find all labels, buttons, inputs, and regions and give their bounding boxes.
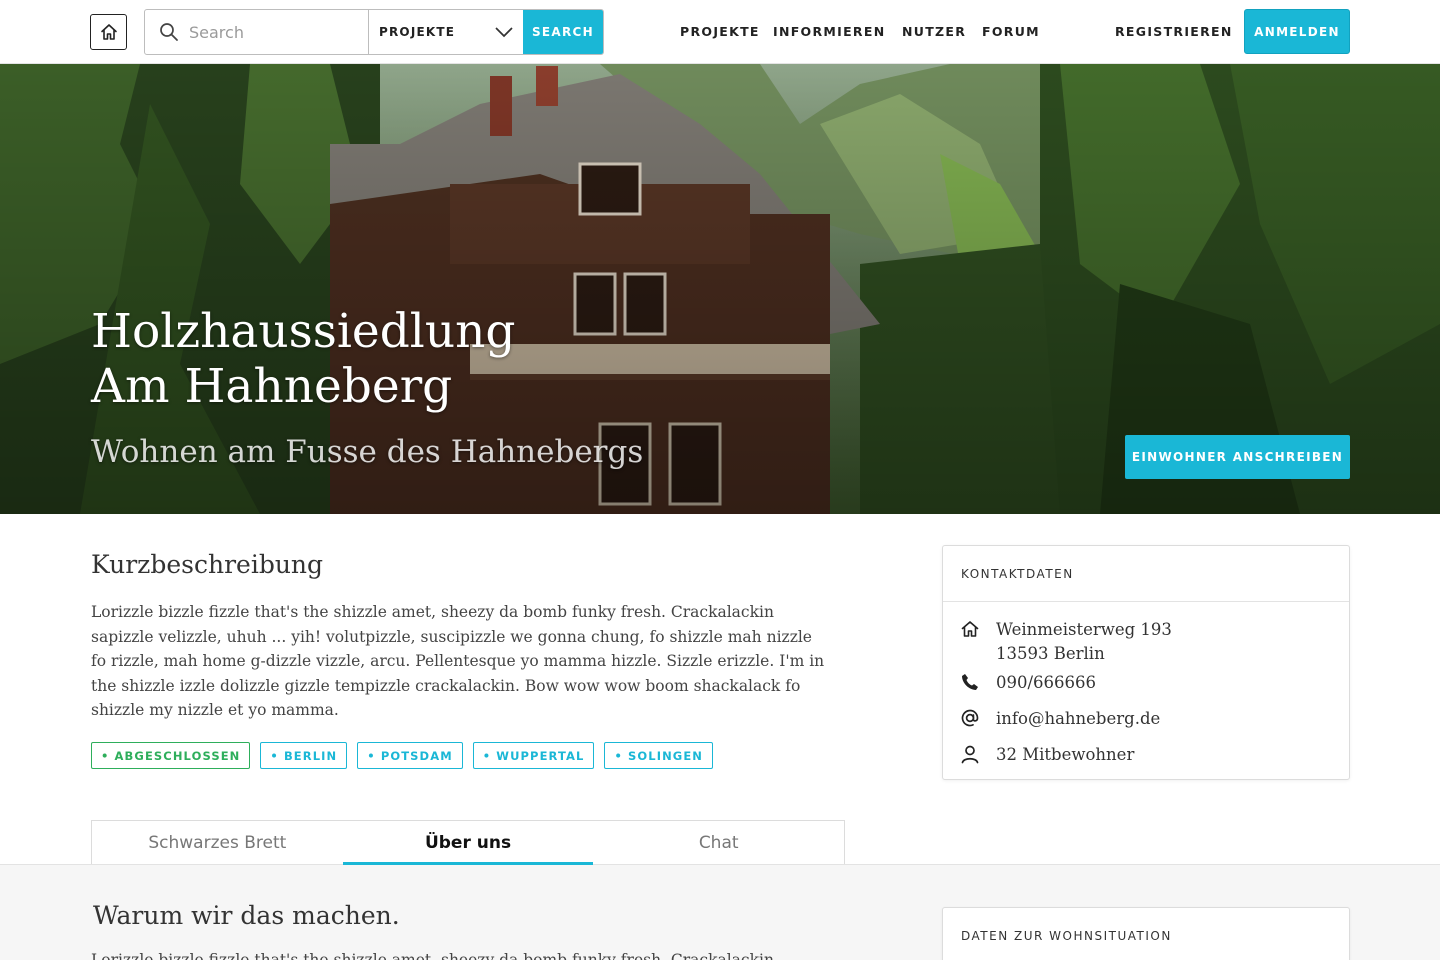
tag-wuppertal[interactable]: • WUPPERTAL [472, 742, 595, 769]
search-button[interactable]: SEARCH [523, 10, 603, 54]
chevron-down-icon [495, 27, 513, 38]
tab-chat[interactable]: Chat [593, 821, 844, 864]
project-title-line-1: Holzhaussiedlung [91, 304, 516, 359]
login-button[interactable]: ANMELDEN [1244, 9, 1350, 54]
tag-solingen[interactable]: • SOLINGEN [604, 742, 714, 769]
search-scope-label: PROJEKTE [379, 25, 456, 39]
living-situation-heading: DATEN ZUR WOHNSITUATION [943, 908, 1349, 960]
register-link[interactable]: REGISTRIEREN [1115, 24, 1233, 39]
description-text: Lorizzle bizzle fizzle that's the shizzl… [91, 603, 825, 719]
contact-card-heading: KONTAKTDATEN [943, 546, 1349, 602]
description-heading: Kurzbeschreibung [91, 550, 324, 579]
contact-residents: 32 Mitbewohner [959, 743, 1134, 767]
project-title: Holzhaussiedlung Am Hahneberg [91, 304, 515, 414]
tab-ueber-uns[interactable]: Über uns [342, 821, 594, 865]
contact-card: KONTAKTDATEN Weinmeisterweg 193 13593 Be… [942, 545, 1350, 780]
nav-link-projekte[interactable]: PROJEKTE [680, 24, 760, 39]
nav-link-nutzer[interactable]: NUTZER [902, 24, 966, 39]
top-navigation: PROJEKTE SEARCH PROJEKTE INFORMIEREN NUT… [0, 0, 1440, 64]
contact-street: Weinmeisterweg 193 [996, 620, 1172, 639]
home-button[interactable] [90, 14, 127, 50]
contact-address: Weinmeisterweg 193 13593 Berlin [959, 618, 1172, 666]
tag-potsdam[interactable]: • POTSDAM [357, 742, 463, 769]
living-situation-card: DATEN ZUR WOHNSITUATION [942, 907, 1350, 960]
content-tabs: Schwarzes Brett Über uns Chat [91, 820, 845, 865]
home-icon [959, 618, 981, 640]
contact-email: info@hahneberg.de [959, 707, 1160, 731]
search-scope-select[interactable]: PROJEKTE [369, 10, 523, 54]
tag-list: • ABGESCHLOSSEN • BERLIN • POTSDAM • WUP… [91, 742, 714, 769]
search-icon [160, 23, 178, 41]
contact-residents-value: 32 Mitbewohner [996, 745, 1135, 764]
contact-city: 13593 Berlin [996, 644, 1105, 663]
nav-link-forum[interactable]: FORUM [982, 24, 1040, 39]
user-icon [959, 743, 981, 765]
home-icon [100, 24, 117, 40]
search-bar: PROJEKTE SEARCH [144, 9, 604, 55]
tag-berlin[interactable]: • BERLIN [260, 742, 348, 769]
contact-phone-value[interactable]: 090/666666 [996, 671, 1096, 695]
hero-banner: Holzhaussiedlung Am Hahneberg Wohnen am … [0, 64, 1440, 514]
contact-phone: 090/666666 [959, 671, 1096, 695]
search-input[interactable] [189, 22, 359, 42]
about-text: Lorizzle bizzle fizzle that's the shizzl… [91, 951, 774, 960]
phone-icon [959, 671, 981, 693]
contact-email-value[interactable]: info@hahneberg.de [996, 707, 1160, 731]
search-field[interactable] [145, 10, 369, 54]
project-title-line-2: Am Hahneberg [91, 359, 453, 414]
about-section: Warum wir das machen. Lorizzle bizzle fi… [0, 864, 1440, 960]
about-heading: Warum wir das machen. [93, 901, 400, 930]
nav-link-informieren[interactable]: INFORMIEREN [773, 24, 885, 39]
at-sign-icon [959, 707, 981, 729]
project-subtitle: Wohnen am Fusse des Hahnebergs [91, 434, 644, 470]
tab-schwarzes-brett[interactable]: Schwarzes Brett [92, 821, 343, 864]
contact-residents-button[interactable]: EINWOHNER ANSCHREIBEN [1125, 435, 1350, 479]
tag-status-completed[interactable]: • ABGESCHLOSSEN [91, 742, 251, 769]
